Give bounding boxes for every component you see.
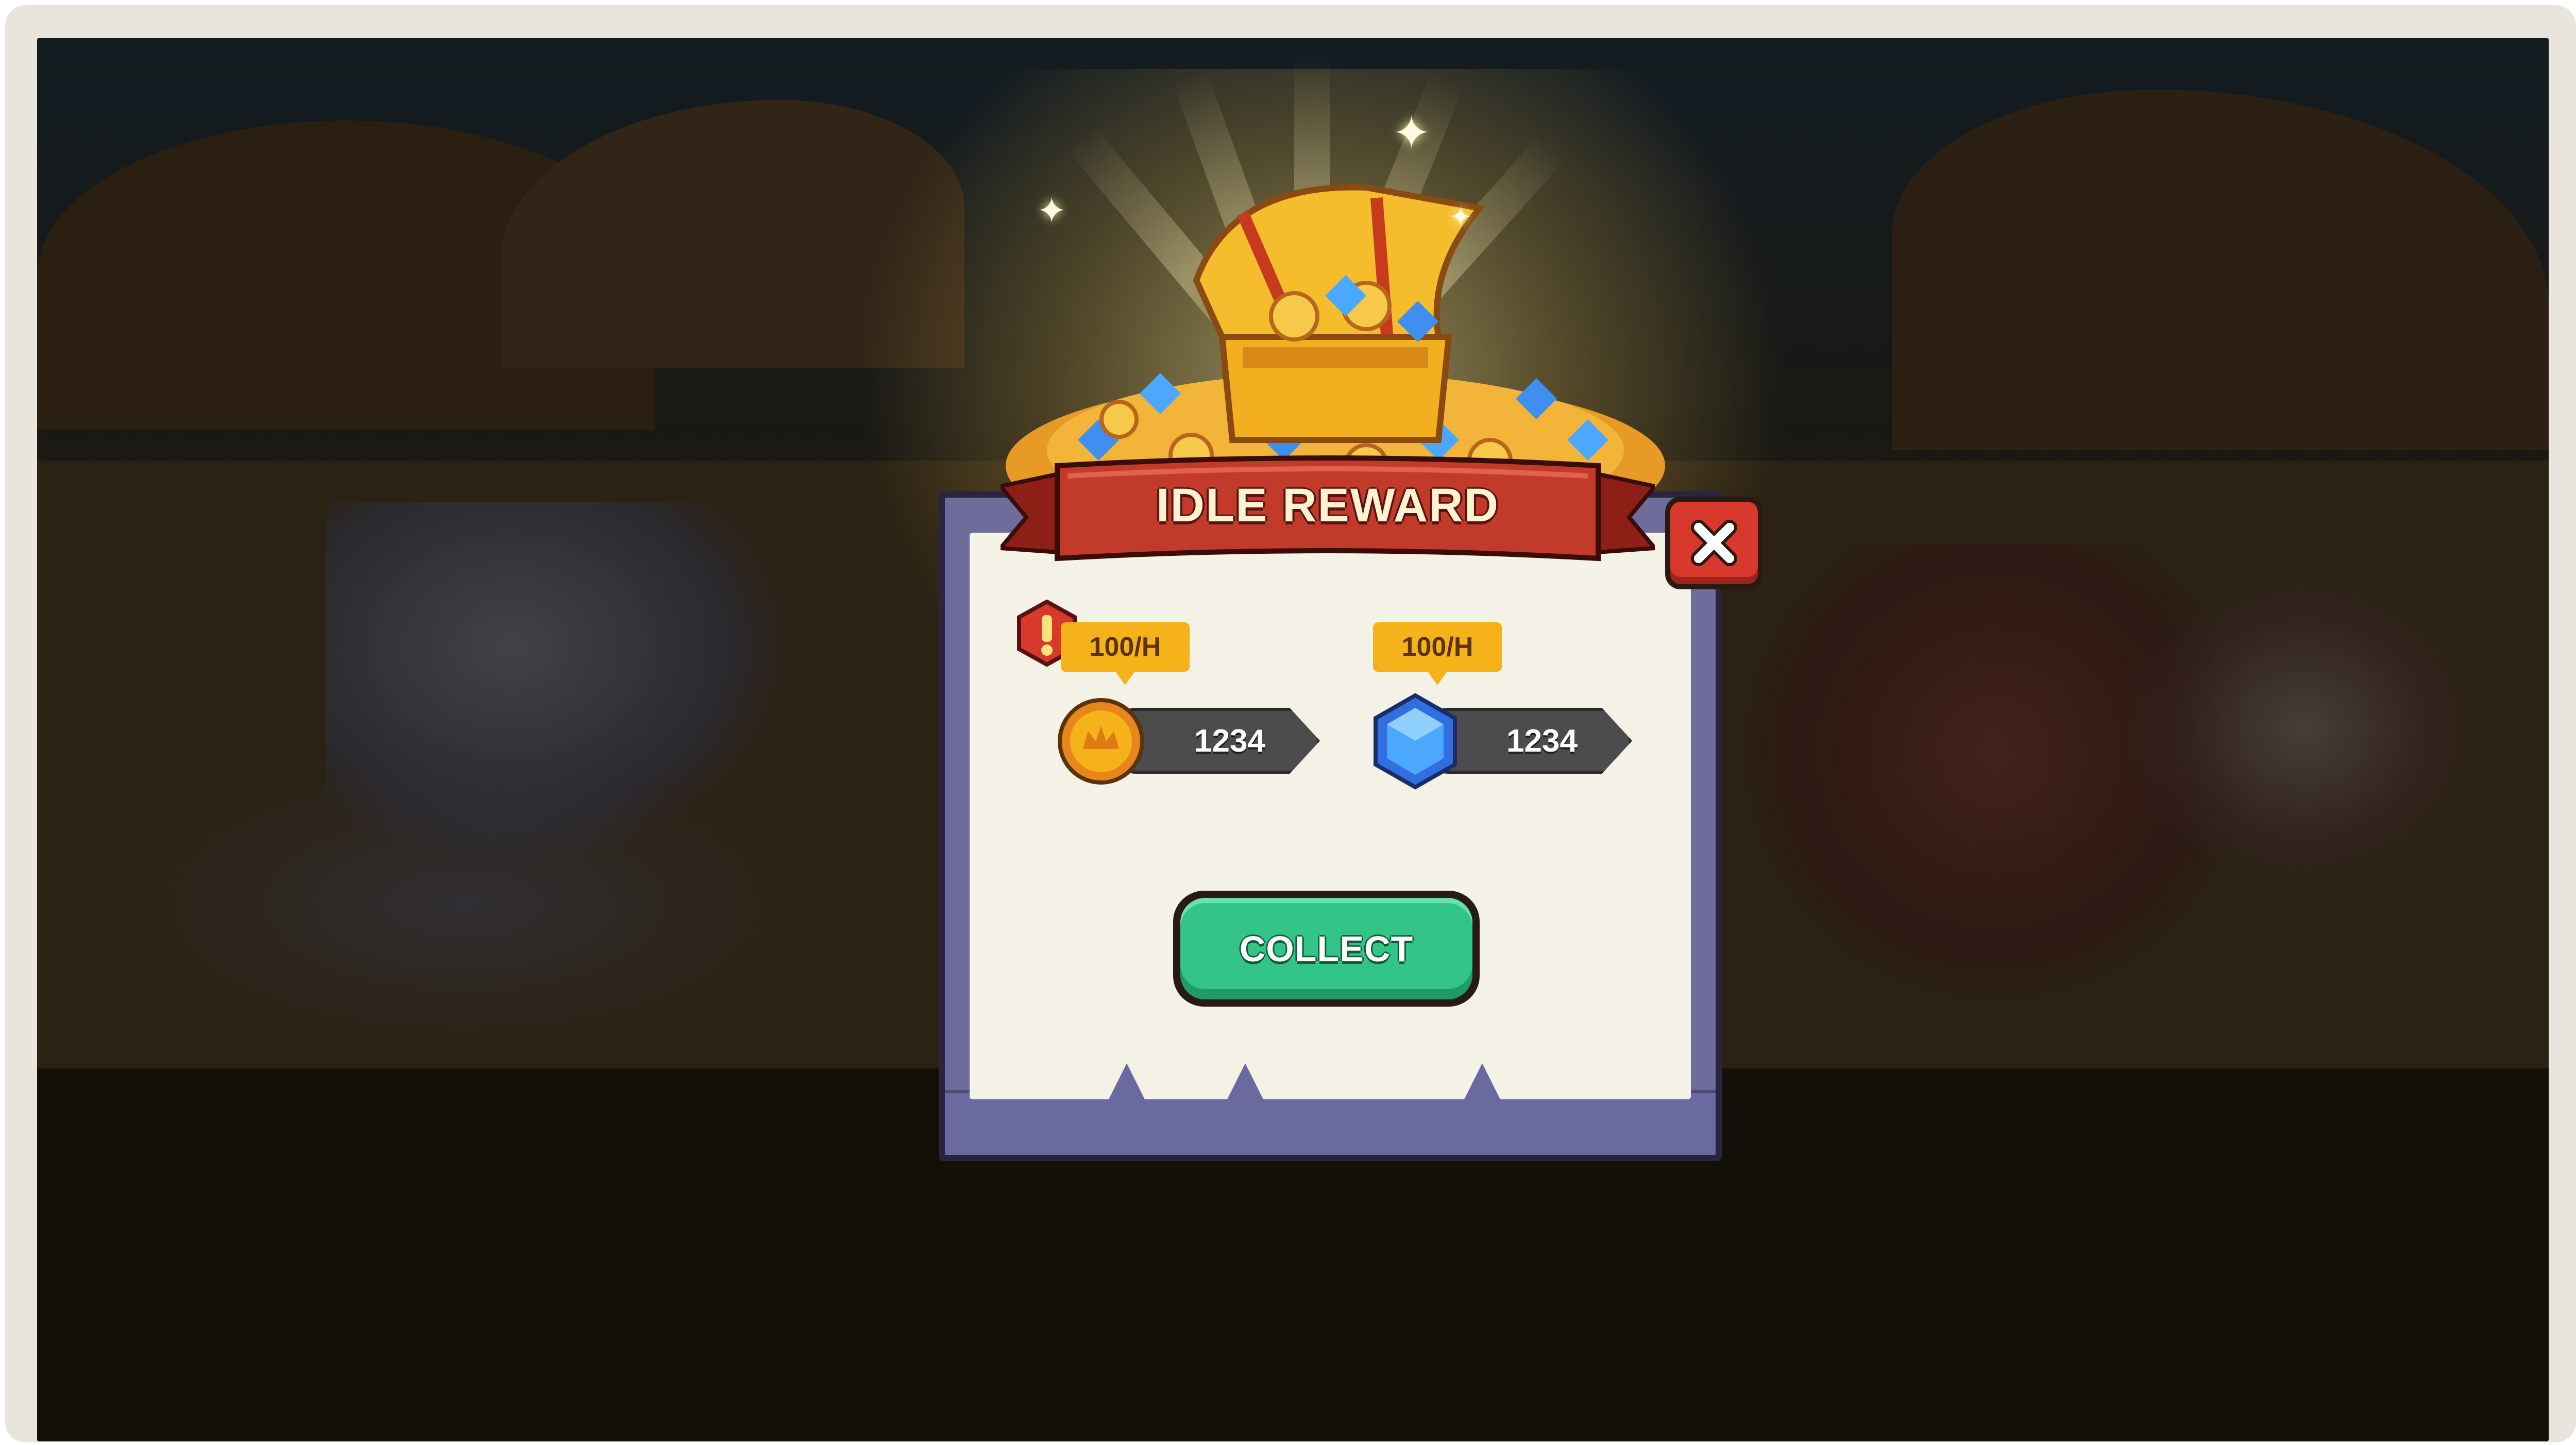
collect-button[interactable]: COLLECT xyxy=(1173,891,1480,1007)
coin-rate-badge: 100/H xyxy=(1061,622,1190,685)
idle-reward-dialog xyxy=(939,491,1722,1161)
sparkle-icon: ✦ xyxy=(1037,191,1067,231)
window-frame: ✦ ✦ ✦ IDLE REWARD 100/H 1234 100/H 1234 … xyxy=(5,5,2576,1442)
sparkle-icon: ✦ xyxy=(1392,108,1431,159)
close-x-icon xyxy=(1691,520,1737,566)
paper-tear xyxy=(1464,1063,1500,1099)
title-banner: IDLE REWARD xyxy=(1001,450,1655,574)
dialog-paper xyxy=(970,533,1691,1099)
game-screen: ✦ ✦ ✦ IDLE REWARD 100/H 1234 100/H 1234 … xyxy=(37,38,2549,1441)
gem-rate-badge: 100/H xyxy=(1373,622,1502,685)
close-button[interactable] xyxy=(1665,497,1763,589)
gold-coin-icon xyxy=(1057,698,1145,785)
blue-gem-icon xyxy=(1371,692,1459,790)
sparkle-icon: ✦ xyxy=(1449,201,1473,233)
paper-tear xyxy=(1227,1063,1263,1099)
collect-button-label: COLLECT xyxy=(1180,898,1472,999)
paper-tear xyxy=(1109,1063,1145,1099)
dialog-bottom-strip xyxy=(945,1090,1716,1155)
dialog-title: IDLE REWARD xyxy=(1156,479,1499,532)
